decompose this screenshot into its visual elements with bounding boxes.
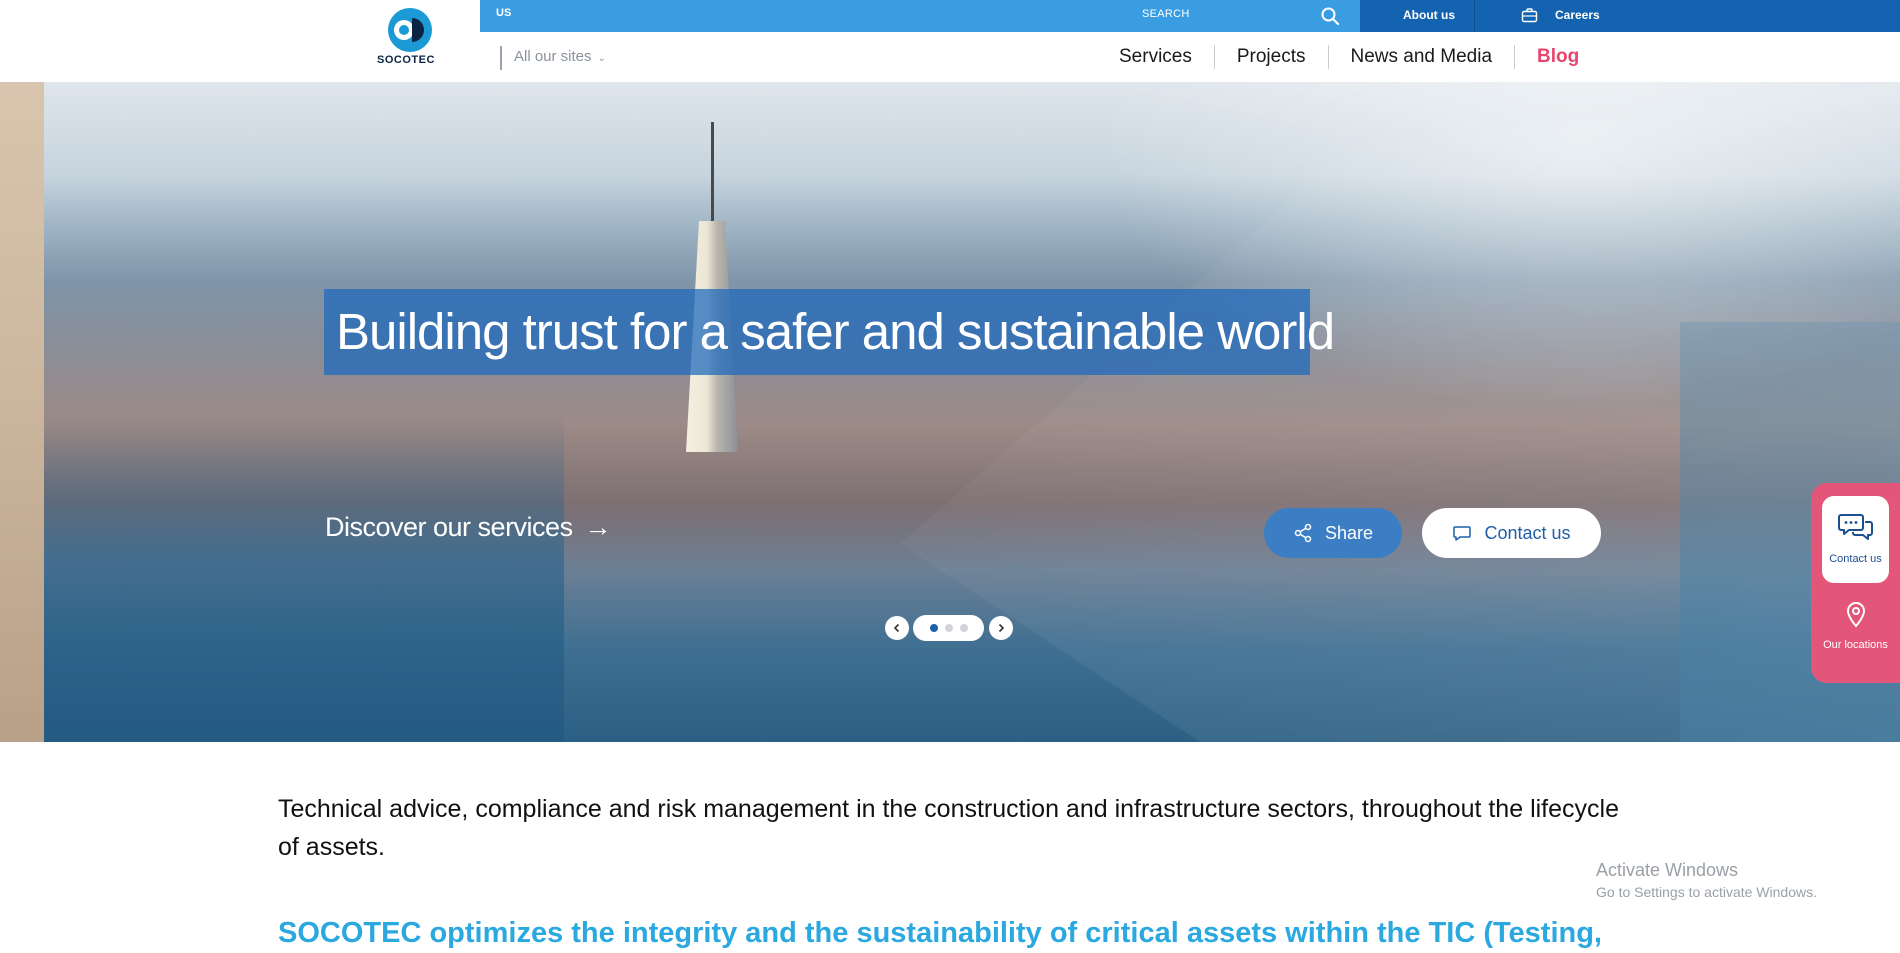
carousel-dot[interactable] [944,624,953,632]
carousel-dot[interactable] [959,624,968,632]
discover-services-link[interactable]: Discover our services → [325,510,612,544]
side-contact-label: Contact us [1829,553,1882,565]
logo-wordmark: SOCOTEC [377,54,435,66]
carousel-next-button[interactable] [989,616,1013,640]
briefcase-icon [1521,7,1538,24]
nav-blog[interactable]: Blog [1514,45,1601,69]
contact-us-label: Contact us [1484,522,1571,543]
hero-river-left [44,412,564,742]
nav-services[interactable]: Services [1097,45,1214,69]
previous-slide-peek [0,82,44,742]
windows-activation-watermark: Activate Windows Go to Settings to activ… [1596,858,1817,902]
top-utility-bar: US SEARCH About us Careers [0,0,1900,32]
watermark-title: Activate Windows [1596,860,1739,880]
main-nav: Services Projects News and Media Blog [1097,44,1601,70]
intro-paragraph: Technical advice, compliance and risk ma… [278,795,1619,861]
search-icon[interactable] [1320,6,1340,26]
chevron-down-icon: ⌄ [597,53,606,64]
side-locations-label[interactable]: Our locations [1811,639,1900,651]
chat-bubbles-icon [1838,514,1873,540]
hero-tower-antenna [711,122,714,232]
careers-link[interactable]: Careers [1555,8,1600,22]
nav-news-media[interactable]: News and Media [1327,45,1515,69]
arrow-right-icon: → [584,512,612,542]
carousel-indicators [913,615,984,641]
share-label: Share [1324,522,1374,543]
about-us-link[interactable]: About us [1403,8,1455,22]
carousel-dot[interactable] [929,624,938,632]
region-selector[interactable]: US [496,7,511,19]
section-subheading: SOCOTEC optimizes the integrity and the … [278,917,1602,949]
share-button[interactable]: Share [1264,508,1402,558]
map-pin-icon[interactable] [1844,601,1868,629]
share-icon [1294,523,1312,543]
all-sites-label: All our sites [514,48,592,65]
nav-projects[interactable]: Projects [1213,45,1328,69]
all-sites-dropdown[interactable]: All our sites ⌄ [500,46,606,70]
chevron-right-icon [998,623,1005,633]
top-search-strip [480,0,1360,32]
top-links-divider [1474,0,1475,32]
hero-title: Building trust for a safer and sustainab… [336,303,1335,360]
discover-services-label: Discover our services [325,512,573,542]
chat-bubble-icon [1453,526,1472,541]
chevron-left-icon [893,623,900,633]
hero-banner [0,82,1900,742]
search-input[interactable]: SEARCH [1142,8,1190,20]
carousel-prev-button[interactable] [885,616,909,640]
watermark-subtitle: Go to Settings to activate Windows. [1596,884,1817,900]
contact-us-button[interactable]: Contact us [1422,508,1601,558]
